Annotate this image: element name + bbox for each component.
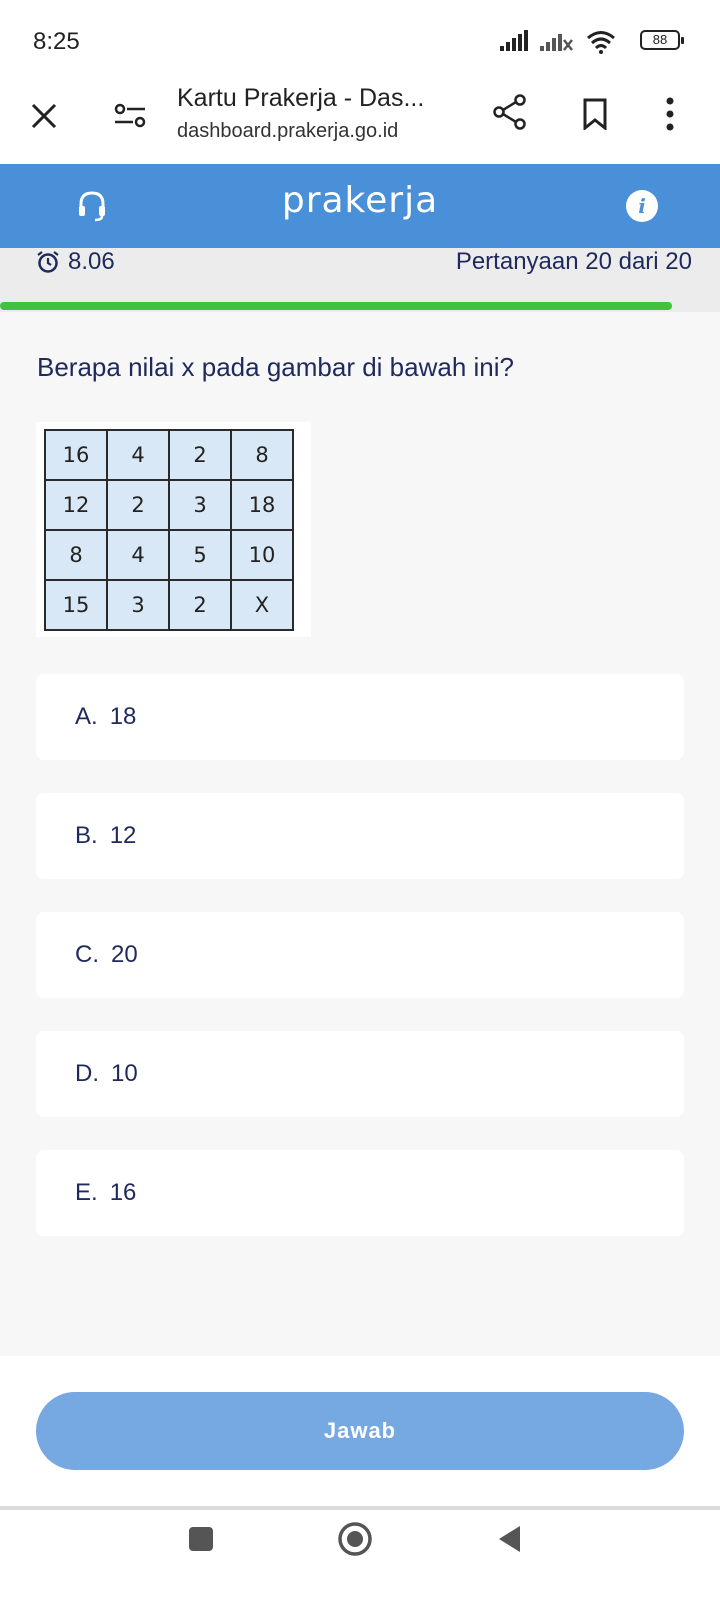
grid-cell: 15 <box>44 579 108 631</box>
option-value: 20 <box>111 941 138 968</box>
more-menu-button[interactable] <box>658 92 682 136</box>
grid-cell: 2 <box>168 429 232 481</box>
option-letter: D. <box>75 1060 99 1087</box>
timer: 8.06 <box>36 248 115 276</box>
quiz-status-row: 8.06 Pertanyaan 20 dari 20 <box>0 248 720 312</box>
bookmark-icon <box>583 98 607 130</box>
back-button[interactable] <box>494 1524 524 1554</box>
grid-row: 16 4 2 8 <box>44 429 294 481</box>
battery-icon: 88 <box>640 30 684 50</box>
grid-cell: 12 <box>44 479 108 531</box>
grid-cell: 2 <box>168 579 232 631</box>
alarm-clock-icon <box>37 251 59 273</box>
close-button[interactable] <box>22 94 66 138</box>
info-icon[interactable]: i <box>626 190 658 222</box>
option-b[interactable]: B. 12 <box>36 793 684 879</box>
grid-cell: 4 <box>106 529 170 581</box>
answer-button[interactable]: Jawab <box>36 1392 684 1470</box>
page-url[interactable]: dashboard.prakerja.go.id <box>177 120 398 143</box>
home-icon <box>338 1522 372 1556</box>
close-icon <box>31 103 57 129</box>
quiz-content: Berapa nilai x pada gambar di bawah ini?… <box>0 312 720 1356</box>
puzzle-image: 16 4 2 8 12 2 3 18 8 4 5 10 15 3 2 X <box>36 422 311 637</box>
share-button[interactable] <box>488 90 532 134</box>
timer-value: 8.06 <box>68 248 115 275</box>
option-c[interactable]: C. 20 <box>36 912 684 998</box>
status-icons: 88 <box>500 26 684 54</box>
option-letter: A. <box>75 703 98 730</box>
option-value: 18 <box>109 703 137 730</box>
option-value: 16 <box>109 1179 137 1206</box>
grid-cell: 8 <box>230 429 294 481</box>
grid-cell: X <box>230 579 294 631</box>
bookmark-button[interactable] <box>575 92 615 136</box>
option-d[interactable]: D. 10 <box>36 1031 684 1117</box>
grid-cell: 3 <box>106 579 170 631</box>
prakerja-logo: prakerja <box>281 180 439 221</box>
page-title[interactable]: Kartu Prakerja - Das... <box>177 84 424 113</box>
progress-bar <box>0 302 720 310</box>
grid-cell: 16 <box>44 429 108 481</box>
system-nav-bar <box>0 1510 720 1600</box>
progress-fill <box>0 302 672 310</box>
signal-icon <box>500 30 528 51</box>
option-letter: E. <box>75 1179 98 1206</box>
share-icon <box>493 94 526 130</box>
status-time: 8:25 <box>33 28 80 55</box>
status-bar: 8:25 88 <box>0 0 720 84</box>
grid-cell: 5 <box>168 529 232 581</box>
question-text: Berapa nilai x pada gambar di bawah ini? <box>37 352 514 382</box>
number-grid: 16 4 2 8 12 2 3 18 8 4 5 10 15 3 2 X <box>44 429 294 631</box>
wifi-icon <box>587 31 615 54</box>
option-a[interactable]: A. 18 <box>36 674 684 760</box>
signal-no-data-icon <box>540 34 573 51</box>
option-value: 12 <box>109 822 137 849</box>
option-letter: B. <box>75 822 98 849</box>
option-value: 10 <box>111 1060 138 1087</box>
grid-cell: 18 <box>230 479 294 531</box>
app-header: prakerja i <box>0 164 720 248</box>
option-letter: C. <box>75 941 99 968</box>
grid-cell: 3 <box>168 479 232 531</box>
question-counter: Pertanyaan 20 dari 20 <box>455 248 692 275</box>
more-menu-icon <box>666 97 674 131</box>
site-settings-button[interactable] <box>110 96 150 136</box>
grid-row: 15 3 2 X <box>44 579 294 631</box>
browser-toolbar: Kartu Prakerja - Das... dashboard.praker… <box>0 84 720 164</box>
grid-cell: 4 <box>106 429 170 481</box>
answer-area: Jawab <box>0 1356 720 1508</box>
option-e[interactable]: E. 16 <box>36 1150 684 1236</box>
grid-row: 12 2 3 18 <box>44 479 294 531</box>
site-settings-icon <box>114 103 146 128</box>
recent-apps-icon <box>189 1527 213 1551</box>
home-button[interactable] <box>336 1520 374 1558</box>
grid-row: 8 4 5 10 <box>44 529 294 581</box>
back-icon <box>499 1526 520 1552</box>
grid-cell: 8 <box>44 529 108 581</box>
recent-apps-button[interactable] <box>186 1524 216 1554</box>
grid-cell: 2 <box>106 479 170 531</box>
grid-cell: 10 <box>230 529 294 581</box>
